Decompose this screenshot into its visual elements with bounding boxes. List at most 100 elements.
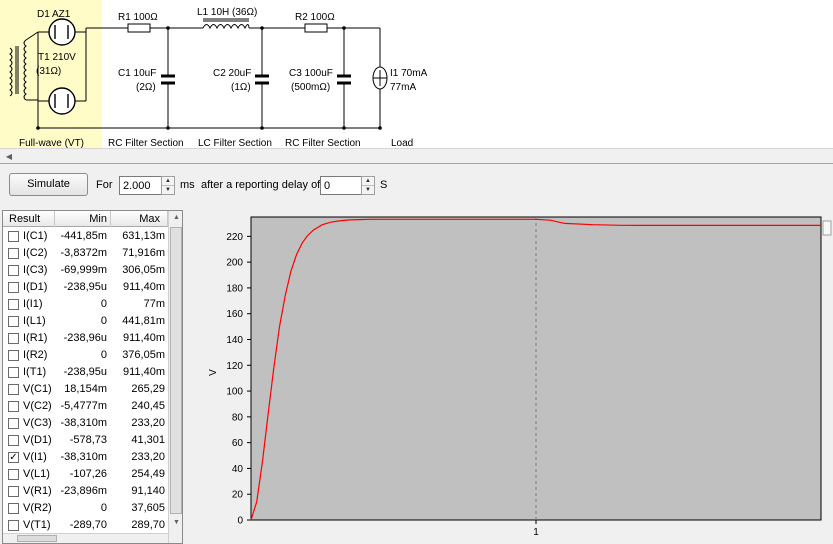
results-list[interactable]: Result Min Max I(C1) -441,85m 631,13m I(C2)… <box>2 210 183 544</box>
result-name: I(C1) <box>23 230 48 242</box>
list-item[interactable]: V(D1) -578,73 41,301 <box>3 432 168 449</box>
spin-up-icon[interactable]: ▲ <box>362 177 374 185</box>
result-name: I(C3) <box>23 264 48 276</box>
i1-current: 77mA <box>390 82 416 93</box>
y-tick-label: 20 <box>232 490 244 501</box>
c1-esr: (2Ω) <box>136 82 156 93</box>
result-checkbox[interactable] <box>8 503 19 514</box>
result-name: V(I1) <box>23 451 47 463</box>
delay-unit: S <box>380 179 388 191</box>
list-item[interactable]: V(C2) -5,4777m 240,45 <box>3 398 168 415</box>
result-min: -69,999m <box>60 264 107 276</box>
list-item[interactable]: I(I1) 0 77m <box>3 296 168 313</box>
header-min[interactable]: Min <box>55 211 111 227</box>
c1-label: C1 10uF <box>118 68 156 79</box>
scrollbar-thumb[interactable] <box>17 535 57 542</box>
result-checkbox[interactable] <box>8 401 19 412</box>
result-checkbox[interactable] <box>8 350 19 361</box>
r1-resistor-icon[interactable] <box>127 23 151 33</box>
result-checkbox[interactable] <box>8 231 19 242</box>
list-item[interactable]: V(L1) -107,26 254,49 <box>3 466 168 483</box>
header-result[interactable]: Result <box>3 211 55 227</box>
schematic-view[interactable]: D1 AZ1 T1 210V (31Ω) Full-wave (VT) R1 1… <box>0 0 833 148</box>
result-checkbox[interactable] <box>8 469 19 480</box>
plot-resize-handle[interactable] <box>822 220 832 236</box>
tube-label: D1 AZ1 <box>37 9 71 20</box>
y-tick-label: 200 <box>226 258 243 269</box>
result-checkbox[interactable] <box>8 282 19 293</box>
result-name: V(R2) <box>23 502 52 514</box>
duration-input[interactable] <box>119 176 162 195</box>
y-tick-label: 120 <box>226 361 243 372</box>
r2-resistor-icon[interactable] <box>304 23 328 33</box>
result-checkbox[interactable] <box>8 333 19 344</box>
result-name: V(T1) <box>23 519 51 531</box>
y-axis-label: V <box>208 369 219 376</box>
c2-label: C2 20uF <box>213 68 251 79</box>
spin-down-icon[interactable]: ▼ <box>162 185 174 193</box>
result-min: 0 <box>100 349 107 361</box>
delay-input[interactable] <box>320 176 362 195</box>
list-item[interactable]: I(C2) -3,8372m 71,916m <box>3 245 168 262</box>
section-label-lc: LC Filter Section <box>198 138 272 148</box>
y-tick-label: 140 <box>226 335 243 346</box>
current-source-icon[interactable] <box>372 66 388 90</box>
scroll-down-arrow-icon[interactable]: ▼ <box>169 516 182 530</box>
simulate-button[interactable]: Simulate <box>9 173 88 196</box>
result-checkbox[interactable] <box>8 435 19 446</box>
y-tick-label: 100 <box>226 387 243 398</box>
section-label-load: Load <box>391 138 413 148</box>
result-min: -3,8372m <box>60 247 107 259</box>
list-item[interactable]: I(C3) -69,999m 306,05m <box>3 262 168 279</box>
simulation-toolbar: Simulate For ▲▼ ms after a reporting del… <box>0 165 833 208</box>
result-max: 77m <box>143 298 165 310</box>
result-checkbox[interactable] <box>8 248 19 259</box>
results-horizontal-scrollbar[interactable] <box>3 533 168 543</box>
y-tick-label: 40 <box>232 464 244 475</box>
list-item[interactable]: I(C1) -441,85m 631,13m <box>3 228 168 245</box>
result-name: I(I1) <box>23 298 43 310</box>
result-name: V(L1) <box>23 468 50 480</box>
waveform-plot[interactable]: 0 20 40 60 80 100 120 140 160 180 200 220 1 V <box>188 210 833 544</box>
result-checkbox[interactable] <box>8 367 19 378</box>
result-checkbox[interactable] <box>8 265 19 276</box>
list-item[interactable]: V(T1) -289,70 289,70 <box>3 517 168 534</box>
spin-down-icon[interactable]: ▼ <box>362 185 374 193</box>
list-item[interactable]: V(R1) -23,896m 91,140 <box>3 483 168 500</box>
list-item[interactable]: ✓ V(I1) -38,310m 233,20 <box>3 449 168 466</box>
scroll-left-arrow-icon[interactable]: ◀ <box>2 150 16 163</box>
result-min: -23,896m <box>60 485 107 497</box>
list-item[interactable]: I(R1) -238,96u 911,40m <box>3 330 168 347</box>
result-name: V(C1) <box>23 383 52 395</box>
duration-spinner[interactable]: ▲ ▼ <box>161 176 175 195</box>
result-min: 0 <box>100 298 107 310</box>
result-checkbox[interactable] <box>8 299 19 310</box>
schematic-horizontal-scrollbar[interactable]: ◀ <box>0 148 833 164</box>
list-item[interactable]: V(C3) -38,310m 233,20 <box>3 415 168 432</box>
scroll-up-arrow-icon[interactable]: ▲ <box>169 211 182 225</box>
result-max: 306,05m <box>122 264 165 276</box>
plot-canvas: 0 20 40 60 80 100 120 140 160 180 200 220 1 V <box>208 216 832 538</box>
scrollbar-thumb[interactable] <box>170 227 182 514</box>
header-max[interactable]: Max <box>111 211 168 227</box>
list-item[interactable]: I(T1) -238,95u 911,40m <box>3 364 168 381</box>
l1-inductor-icon[interactable] <box>202 24 250 30</box>
list-item[interactable]: I(R2) 0 376,05m <box>3 347 168 364</box>
result-checkbox[interactable] <box>8 384 19 395</box>
list-item[interactable]: V(C1) 18,154m 265,29 <box>3 381 168 398</box>
results-vertical-scrollbar[interactable]: ▲ ▼ <box>168 211 182 543</box>
list-item[interactable]: I(D1) -238,95u 911,40m <box>3 279 168 296</box>
result-checkbox[interactable] <box>8 418 19 429</box>
result-max: 289,70 <box>131 519 165 531</box>
result-name: V(R1) <box>23 485 52 497</box>
result-checkbox[interactable] <box>8 486 19 497</box>
result-checkbox[interactable]: ✓ <box>8 452 19 463</box>
result-checkbox[interactable] <box>8 316 19 327</box>
spin-up-icon[interactable]: ▲ <box>162 177 174 185</box>
list-item[interactable]: I(L1) 0 441,81m <box>3 313 168 330</box>
result-checkbox[interactable] <box>8 520 19 531</box>
result-min: -289,70 <box>69 519 107 531</box>
list-item[interactable]: V(R2) 0 37,605 <box>3 500 168 517</box>
delay-spinner[interactable]: ▲ ▼ <box>361 176 375 195</box>
c3-esr: (500mΩ) <box>291 82 330 93</box>
